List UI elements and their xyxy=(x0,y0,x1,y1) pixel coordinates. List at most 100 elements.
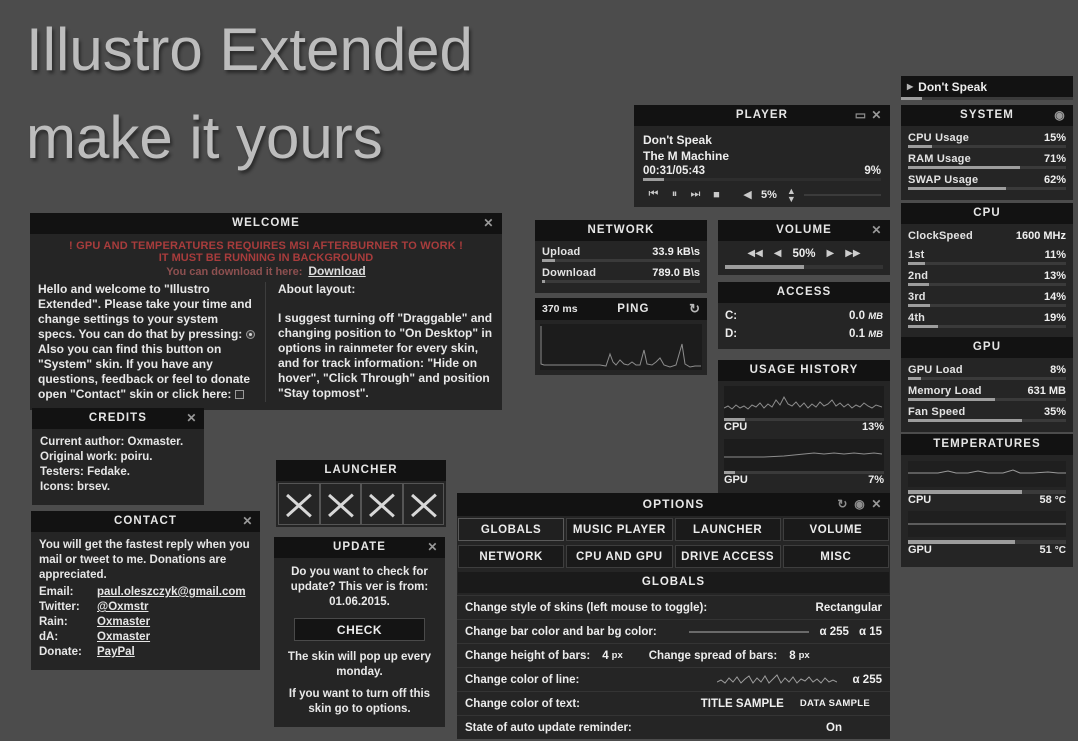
volume-slider-track[interactable] xyxy=(725,265,883,269)
option-row-bar-color[interactable]: Change bar color and bar bg color: α 255… xyxy=(457,619,890,643)
launcher-slot-3[interactable] xyxy=(361,483,403,525)
now-playing-bar[interactable]: ▶ Don't Speak xyxy=(901,76,1073,97)
usage-history-body: CPU 13% GPU 7% xyxy=(718,381,890,498)
cpu-value-clockspeed: 1600 MHz xyxy=(1015,230,1066,242)
gpu-row-fan: Fan Speed 35% xyxy=(908,405,1066,418)
contact-value-rain[interactable]: Oxmaster xyxy=(97,615,150,630)
update-note-1: The skin will pop up every monday. xyxy=(287,651,432,678)
close-icon[interactable]: ✕ xyxy=(426,537,440,558)
system-label-cpu: CPU Usage xyxy=(908,132,970,144)
close-icon[interactable]: ✕ xyxy=(870,494,884,515)
update-header: UPDATE ✕ xyxy=(274,537,445,558)
access-title: ACCESS xyxy=(776,286,832,298)
tab-cpu-and-gpu[interactable]: CPU AND GPU xyxy=(566,545,673,568)
usage-history-panel: USAGE HISTORY CPU 13% GPU 7% xyxy=(718,360,890,498)
temperature-block-gpu: GPU 51 °C xyxy=(908,511,1066,556)
system-body: CPU Usage 15% RAM Usage 71% SWAP Usage 6… xyxy=(901,126,1073,200)
cpu-history-line xyxy=(724,395,883,410)
tab-launcher[interactable]: LAUNCHER xyxy=(674,518,781,541)
volume-down-icon[interactable]: ◀ xyxy=(774,248,782,259)
launcher-slot-4[interactable] xyxy=(402,483,444,525)
option-sample-title[interactable]: TITLE SAMPLE xyxy=(701,698,784,710)
gpu-bar-load xyxy=(908,377,1066,380)
credits-line: Testers: Fedake. xyxy=(40,466,130,478)
tab-volume[interactable]: VOLUME xyxy=(782,518,889,541)
radio-button-icon[interactable] xyxy=(245,330,255,339)
play-arrow-icon[interactable]: ▶ xyxy=(907,82,913,91)
download-link[interactable]: Download xyxy=(308,264,365,278)
launcher-body xyxy=(276,481,446,527)
player-volume-slider[interactable] xyxy=(803,193,881,196)
speaker-icon[interactable]: ◀ xyxy=(737,188,758,201)
temperatures-label-cpu: CPU xyxy=(908,494,932,506)
cpu-value-core1: 11% xyxy=(1044,249,1066,261)
option-row-text-color[interactable]: Change color of text: TITLE SAMPLE DATA … xyxy=(457,691,890,715)
update-note-2: If you want to turn off this skin go to … xyxy=(288,688,431,715)
volume-header: VOLUME ✕ xyxy=(718,220,890,241)
cpu-header: CPU xyxy=(901,203,1073,224)
credits-panel: CREDITS ✕ Current author: Oxmaster. Orig… xyxy=(32,408,204,505)
close-icon[interactable]: ✕ xyxy=(185,408,199,429)
options-header: OPTIONS ↻ ◉ ✕ xyxy=(457,493,890,516)
player-progress-track[interactable] xyxy=(643,178,881,181)
refresh-icon[interactable]: ↻ xyxy=(689,301,700,317)
option-row-auto-update[interactable]: State of auto update reminder: On xyxy=(457,715,890,739)
next-track-icon[interactable]: ⏭ xyxy=(685,188,706,201)
previous-track-icon[interactable]: ◀◀ xyxy=(747,248,762,259)
option-sample-data[interactable]: DATA SAMPLE xyxy=(800,698,870,709)
option-row-bar-size[interactable]: Change height of bars: 4 px Change sprea… xyxy=(457,643,890,667)
welcome-right-heading: About layout: xyxy=(278,282,356,296)
tab-music-player[interactable]: MUSIC PLAYER xyxy=(566,518,673,541)
ping-latency: 370 ms xyxy=(542,303,578,315)
check-update-button[interactable]: CHECK xyxy=(294,618,425,641)
credits-line: Current author: Oxmaster. xyxy=(40,436,184,448)
pause-icon[interactable]: ⏸ xyxy=(664,188,685,201)
cpu-row-core1: 1st 11% xyxy=(908,248,1066,261)
option-label-bar-height: Change height of bars: xyxy=(465,649,591,662)
option-bar-color-swatch[interactable] xyxy=(689,630,810,633)
previous-track-icon[interactable]: ⏮ xyxy=(643,188,664,201)
volume-up-icon[interactable]: ▶ xyxy=(827,248,835,259)
volume-body: ◀◀ ◀ 50% ▶ ▶▶ xyxy=(718,241,890,275)
volume-title: VOLUME xyxy=(776,224,832,236)
contact-label: Twitter: xyxy=(39,601,80,613)
refresh-icon[interactable]: ↻ xyxy=(836,494,850,515)
gear-icon[interactable]: ◉ xyxy=(1053,105,1067,126)
update-prompt: Do you want to check for update? This ve… xyxy=(290,566,429,608)
contact-value-twitter[interactable]: @Oxmstr xyxy=(97,600,148,615)
cpu-row-core4: 4th 19% xyxy=(908,311,1066,324)
usage-history-header: USAGE HISTORY xyxy=(718,360,890,381)
maximize-icon[interactable]: ▭ xyxy=(854,105,868,126)
option-row-style[interactable]: Change style of skins (left mouse to tog… xyxy=(457,595,890,619)
contact-value-da[interactable]: Oxmaster xyxy=(97,630,150,645)
now-playing-panel[interactable]: ▶ Don't Speak xyxy=(901,76,1073,100)
gear-icon[interactable]: ◉ xyxy=(853,494,867,515)
launcher-slot-2[interactable] xyxy=(319,483,361,525)
system-bar-swap xyxy=(908,187,1066,190)
volume-panel: VOLUME ✕ ◀◀ ◀ 50% ▶ ▶▶ xyxy=(718,220,890,275)
temperatures-title: TEMPERATURES xyxy=(933,438,1041,450)
option-label-bar-spread: Change spread of bars: xyxy=(648,649,778,662)
option-row-line-color[interactable]: Change color of line: α 255 xyxy=(457,667,890,691)
tab-misc[interactable]: MISC xyxy=(782,545,889,568)
network-bar-upload xyxy=(542,259,700,262)
player-panel: PLAYER ▭ ✕ Don't Speak The M Machine 00:… xyxy=(634,105,890,207)
close-icon[interactable]: ✕ xyxy=(241,511,255,532)
contact-value-email[interactable]: paul.oleszczyk@gmail.com xyxy=(97,585,246,600)
tab-drive-access[interactable]: DRIVE ACCESS xyxy=(674,545,781,568)
tab-globals[interactable]: GLOBALS xyxy=(458,518,565,541)
close-icon[interactable]: ✕ xyxy=(870,105,884,126)
contact-value-donate[interactable]: PayPal xyxy=(97,645,135,660)
launcher-slot-1[interactable] xyxy=(278,483,320,525)
tab-network[interactable]: NETWORK xyxy=(458,545,565,568)
close-icon[interactable]: ✕ xyxy=(482,213,496,234)
welcome-warning-line2: IT MUST BE RUNNING IN BACKGROUND xyxy=(158,252,374,264)
stop-icon[interactable]: ■ xyxy=(706,189,727,201)
volume-stepper-icon[interactable]: ▲ ▼ xyxy=(787,186,796,203)
player-header: PLAYER ▭ ✕ xyxy=(634,105,890,126)
option-line-color-preview[interactable] xyxy=(716,673,837,686)
checkbox-icon[interactable] xyxy=(234,390,244,399)
next-track-icon[interactable]: ▶▶ xyxy=(845,248,860,259)
option-value-line-alpha: α 255 xyxy=(852,673,882,686)
close-icon[interactable]: ✕ xyxy=(870,220,884,241)
